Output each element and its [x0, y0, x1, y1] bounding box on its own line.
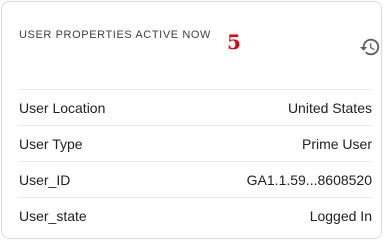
- property-value: Prime User: [301, 135, 372, 152]
- card-header: USER PROPERTIES ACTIVE NOW 5: [2, 2, 381, 88]
- property-row-user-id: User_ID GA1.1.59...8608520: [18, 161, 372, 197]
- property-label: User Location: [19, 99, 106, 116]
- property-value: Logged In: [309, 207, 372, 224]
- history-button[interactable]: [358, 37, 382, 61]
- property-value: GA1.1.59...8608520: [246, 171, 372, 188]
- property-value: United States: [287, 99, 372, 116]
- property-label: User_state: [19, 207, 87, 224]
- card-title: USER PROPERTIES ACTIVE NOW: [19, 29, 212, 41]
- property-row-user-location: User Location United States: [18, 89, 372, 125]
- history-icon: [359, 36, 381, 63]
- properties-list: User Location United States User Type Pr…: [18, 89, 372, 233]
- property-row-user-type: User Type Prime User: [18, 125, 372, 161]
- active-count: 5: [227, 30, 241, 54]
- user-properties-card: USER PROPERTIES ACTIVE NOW 5 User Locati…: [1, 1, 382, 239]
- property-row-user-state: User_state Logged In: [18, 197, 372, 233]
- property-label: User_ID: [19, 171, 71, 188]
- property-label: User Type: [19, 135, 83, 152]
